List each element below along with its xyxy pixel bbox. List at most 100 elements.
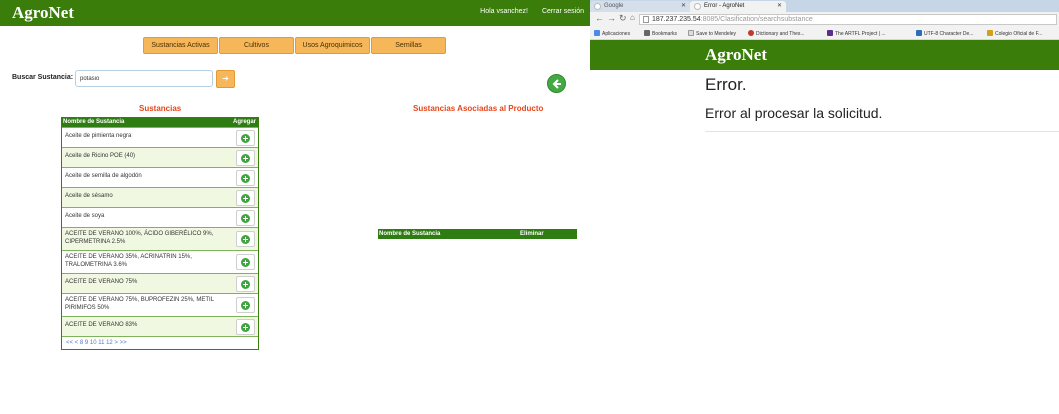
colegio-icon <box>987 30 993 36</box>
nav-usos-agroquimicos-button[interactable]: Usos Agroquimicos <box>295 37 370 54</box>
plus-circle-icon <box>241 174 250 183</box>
logout-link[interactable]: Cerrar sesión <box>542 8 584 15</box>
plus-circle-icon <box>241 235 250 244</box>
plus-circle-icon <box>241 194 250 203</box>
user-greeting: Hola vsanchez! <box>480 8 528 15</box>
plus-circle-icon <box>241 134 250 143</box>
add-substance-button[interactable] <box>236 150 255 166</box>
yahoo-icon <box>827 30 833 36</box>
plus-circle-icon <box>241 301 250 310</box>
bookmark-mendeley[interactable]: Save to Mendeley <box>688 30 736 37</box>
column-header-eliminar: Eliminar <box>520 231 544 237</box>
page-icon <box>688 30 694 36</box>
add-substance-button[interactable] <box>236 210 255 226</box>
tab-label: Google <box>604 3 624 9</box>
brand-logo[interactable]: AgroNet <box>705 45 767 65</box>
substance-name: Aceite de soya <box>65 213 105 219</box>
table-row: ACEITE DE VERANO 83% <box>62 316 258 336</box>
sustancias-table-header: Nombre de Sustancia Agregar <box>62 118 258 127</box>
nav-sustancias-activas-button[interactable]: Sustancias Activas <box>143 37 218 54</box>
bookmark-dictionary[interactable]: Dictionary and Thes... <box>748 30 805 37</box>
bookmark-utf8[interactable]: UTF-8 Character De... <box>916 30 973 37</box>
tab-error-agronet[interactable]: Error - AgroNet ✕ <box>690 1 786 12</box>
add-substance-button[interactable] <box>236 231 255 247</box>
tab-google[interactable]: Google ✕ <box>590 1 690 12</box>
tab-bar: Google ✕ Error - AgroNet ✕ <box>590 0 1059 12</box>
brand-logo[interactable]: AgroNet <box>12 3 74 23</box>
apps-grid-icon <box>594 30 600 36</box>
sustancias-table: Nombre de Sustancia Agregar Aceite de pi… <box>61 117 259 350</box>
substance-name: ACEITE DE VERANO 83% <box>65 322 138 328</box>
google-favicon-icon <box>594 3 601 10</box>
asociadas-table-header: Nombre de Sustancia Eliminar <box>378 229 577 239</box>
add-substance-button[interactable] <box>236 190 255 206</box>
table-row: Aceite de pimienta negra <box>62 127 258 147</box>
tab-label: Error - AgroNet <box>704 3 745 9</box>
table-row: ACEITE DE VERANO 100%, ÁCIDO GIBERÉLICO … <box>62 227 258 250</box>
utf8-icon <box>916 30 922 36</box>
bookmark-artfl[interactable]: The ARTFL Project | ... <box>827 30 885 37</box>
nav-semillas-button[interactable]: Semillas <box>371 37 446 54</box>
page-info-icon[interactable] <box>643 16 649 23</box>
search-input[interactable] <box>75 70 213 87</box>
table-row: ACEITE DE VERANO 75%, BUPROFEZIN 25%, ME… <box>62 293 258 316</box>
search-button[interactable]: ➔ <box>216 70 235 88</box>
bookmark-bookmarks[interactable]: Bookmarks <box>644 30 677 37</box>
add-substance-button[interactable] <box>236 276 255 292</box>
plus-circle-icon <box>241 280 250 289</box>
add-substance-button[interactable] <box>236 254 255 270</box>
substance-name: ACEITE DE VERANO 100%, ÁCIDO GIBERÉLICO … <box>65 231 214 245</box>
bookmark-colegio[interactable]: Colegio Oficial de F... <box>987 30 1042 37</box>
substance-name: ACEITE DE VERANO 75%, BUPROFEZIN 25%, ME… <box>65 297 214 311</box>
plus-circle-icon <box>241 154 250 163</box>
column-header-nombre: Nombre de Sustancia <box>379 231 441 237</box>
url-path: :8085/Clasification/searchsubstance <box>700 16 813 23</box>
table-row: Aceite de sésamo <box>62 187 258 207</box>
add-substance-button[interactable] <box>236 130 255 146</box>
error-page-header: AgroNet <box>590 40 1059 70</box>
nav-cultivos-button[interactable]: Cultivos <box>219 37 294 54</box>
bookmark-apps[interactable]: Aplicaciones <box>594 30 630 37</box>
column-header-agregar: Agregar <box>232 119 256 125</box>
add-substance-button[interactable] <box>236 297 255 313</box>
add-substance-button[interactable] <box>236 170 255 186</box>
plus-circle-icon <box>241 323 250 332</box>
close-icon[interactable]: ✕ <box>681 1 686 11</box>
table-row: ACEITE DE VERANO 35%, ACRINATRIN 15%, TR… <box>62 250 258 273</box>
search-icon: ➔ <box>222 74 229 83</box>
close-icon[interactable]: ✕ <box>777 1 782 11</box>
table-row: Aceite de semilla de algodón <box>62 167 258 187</box>
address-bar[interactable]: 187.237.235.54:8085/Clasification/search… <box>639 14 1057 25</box>
sustancias-title: Sustancias <box>139 104 182 113</box>
page-favicon-icon <box>694 3 701 10</box>
star-icon <box>644 30 650 36</box>
substance-name: Aceite de pimienta negra <box>65 133 132 139</box>
plus-circle-icon <box>241 258 250 267</box>
table-row: ACEITE DE VERANO 75% <box>62 273 258 293</box>
agronet-app-window: AgroNet Hola vsanchez! Cerrar sesión Sus… <box>0 0 590 414</box>
divider <box>705 131 1059 132</box>
arrow-left-icon <box>552 79 561 89</box>
url-host: 187.237.235.54 <box>652 16 701 23</box>
substance-name: ACEITE DE VERANO 35%, ACRINATRIN 15%, TR… <box>65 254 192 268</box>
column-header-nombre: Nombre de Sustancia <box>63 119 125 125</box>
substance-name: Aceite de Ricino POE (40) <box>65 153 136 159</box>
dictionary-icon <box>748 30 754 36</box>
bookmarks-bar: Aplicaciones Bookmarks Save to Mendeley … <box>590 27 1059 40</box>
plus-circle-icon <box>241 214 250 223</box>
substance-name: Aceite de semilla de algodón <box>65 173 142 179</box>
home-icon[interactable]: ⌂ <box>630 13 635 22</box>
back-arrow-icon[interactable]: ← <box>595 13 604 23</box>
search-label: Buscar Sustancia: <box>12 74 74 81</box>
add-substance-button[interactable] <box>236 319 255 335</box>
browser-window: Google ✕ Error - AgroNet ✕ ← → ↻ ⌂ 187.2… <box>590 0 1059 414</box>
pagination[interactable]: << < 8 9 10 11 12 > >> <box>62 336 258 349</box>
table-row: Aceite de Ricino POE (40) <box>62 147 258 167</box>
app-header: AgroNet Hola vsanchez! Cerrar sesión <box>0 0 590 26</box>
back-button[interactable] <box>547 74 566 93</box>
error-message: Error al procesar la solicitud. <box>705 105 883 121</box>
substance-name: ACEITE DE VERANO 75% <box>65 279 138 285</box>
reload-icon[interactable]: ↻ <box>619 13 627 24</box>
forward-arrow-icon[interactable]: → <box>607 13 616 23</box>
pagination-links[interactable]: << < 8 9 10 11 12 > >> <box>66 340 127 346</box>
